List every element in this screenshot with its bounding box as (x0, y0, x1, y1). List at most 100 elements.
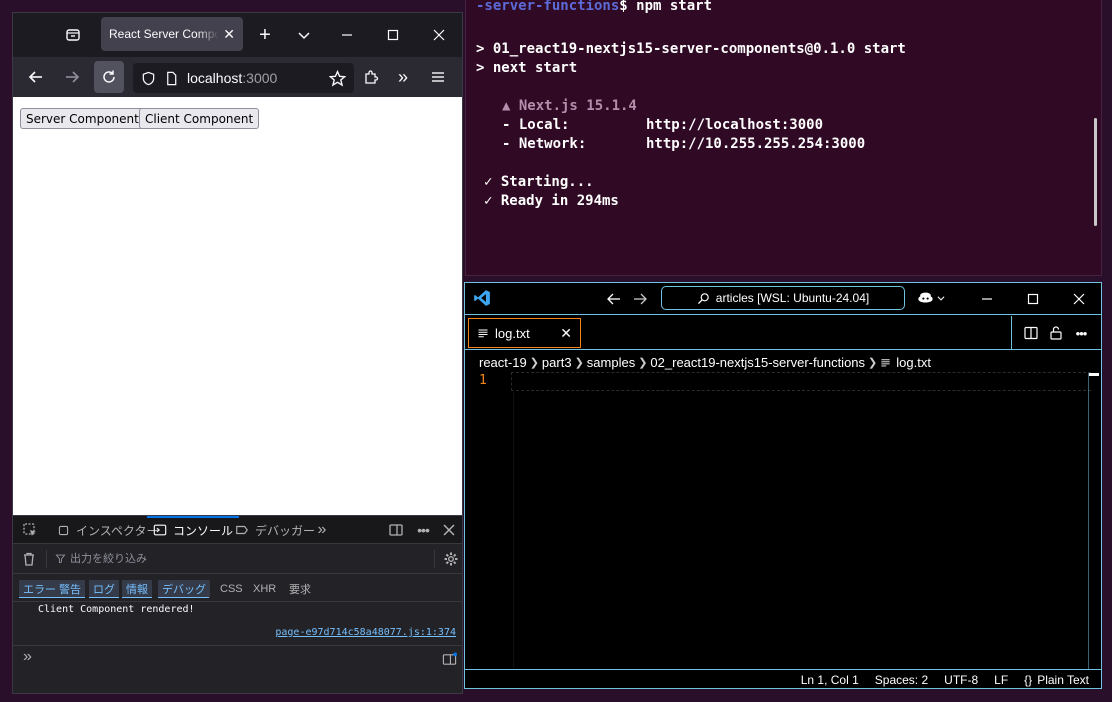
tab-bar: React Server Components ✕ + (13, 13, 462, 57)
close-window-icon[interactable] (425, 21, 453, 49)
divider (1011, 316, 1012, 350)
browser-tab[interactable]: React Server Components ✕ (101, 17, 243, 51)
breadcrumb-item[interactable]: samples (587, 355, 635, 370)
bookmark-star-icon[interactable] (329, 69, 346, 87)
new-tab-icon[interactable]: + (251, 21, 279, 49)
command-center-search[interactable]: articles [WSL: Ubuntu-24.04] (661, 286, 905, 310)
trash-icon[interactable] (15, 545, 43, 573)
hamburger-menu-icon[interactable] (424, 63, 452, 91)
prompt-chevron-icon: » (23, 648, 32, 665)
chevron-right-icon: ❯ (868, 356, 878, 369)
language-label: Plain Text (1037, 672, 1089, 687)
prompt-command: $ npm start (619, 0, 713, 14)
more-tools-chevron-icon[interactable]: » (308, 516, 336, 544)
devtools-tabs: インスペクター コンソール デバッガー » ••• (13, 516, 462, 544)
devtools-panel: インスペクター コンソール デバッガー » ••• 出力を絞り込み エラー 警告… (13, 515, 462, 693)
console-icon (153, 524, 167, 536)
language-mode[interactable]: {} Plain Text (1024, 673, 1089, 687)
encoding[interactable]: UTF-8 (944, 673, 978, 687)
ready-status: ✓ Ready in 294ms (484, 193, 619, 209)
level-info[interactable]: 情報 (122, 580, 152, 598)
divider (46, 550, 47, 568)
maximize-icon[interactable] (1019, 285, 1047, 313)
editor-tabs: log.txt ✕ ••• (465, 316, 1101, 350)
editor-line[interactable]: 1 (465, 372, 1101, 392)
filter-requests[interactable]: 要求 (285, 580, 315, 598)
inspector-icon (58, 525, 69, 535)
back-icon[interactable] (22, 63, 50, 91)
copilot-icon (918, 292, 933, 303)
breadcrumb-item[interactable]: 02_react19-nextjs15-server-functions (650, 355, 865, 370)
more-actions-icon[interactable]: ••• (1067, 319, 1095, 347)
status-bar: Ln 1, Col 1 Spaces: 2 UTF-8 LF {} Plain … (465, 669, 1101, 688)
close-tab-icon[interactable]: ✕ (560, 325, 572, 342)
cursor-position[interactable]: Ln 1, Col 1 (801, 673, 859, 687)
filter-xhr[interactable]: XHR (249, 580, 280, 598)
local-label: - Local: (502, 117, 570, 133)
editor-area[interactable] (513, 392, 514, 668)
client-component-button[interactable]: Client Component (139, 108, 260, 129)
tab-inspector-label: インスペクター (76, 523, 159, 538)
back-icon[interactable] (600, 285, 628, 313)
maximize-icon[interactable] (379, 21, 407, 49)
level-warning[interactable]: 警告 (55, 580, 85, 598)
lock-icon[interactable] (1042, 319, 1070, 347)
vscode-title-bar: articles [WSL: Ubuntu-24.04] (465, 283, 1101, 315)
network-url: http://10.255.255.254:3000 (646, 136, 866, 152)
element-picker-icon[interactable] (16, 516, 44, 544)
nav-bar: localhost:3000 » (13, 57, 462, 119)
divider (209, 580, 210, 598)
level-error[interactable]: エラー (19, 580, 60, 598)
tab-overview-icon[interactable] (59, 21, 87, 49)
chevron-down-icon[interactable] (290, 21, 318, 49)
level-log[interactable]: ログ (89, 580, 119, 598)
breadcrumb-item[interactable]: react-19 (479, 355, 527, 370)
console-input[interactable]: » (13, 646, 462, 693)
terminal-scrollbar[interactable] (1094, 118, 1097, 226)
dock-side-icon[interactable] (382, 516, 410, 544)
filter-css[interactable]: CSS (216, 580, 247, 598)
tab-console[interactable]: コンソール (146, 516, 240, 544)
vscode-logo-icon (473, 289, 491, 310)
terminal-window[interactable]: -server-functions$ npm start > 01_react1… (465, 0, 1102, 276)
url-bar[interactable]: localhost:3000 (133, 63, 354, 93)
breadcrumb-item[interactable]: log.txt (896, 355, 931, 370)
tab-inspector[interactable]: インスペクター (55, 516, 160, 544)
editor-mode-icon[interactable] (442, 652, 457, 670)
reload-icon[interactable] (94, 61, 124, 93)
indentation[interactable]: Spaces: 2 (875, 673, 928, 687)
more-options-icon[interactable]: ••• (409, 516, 437, 544)
server-component-button[interactable]: Server Component (20, 108, 145, 129)
shield-icon[interactable] (141, 71, 156, 86)
log-message: Client Component rendered! (38, 604, 195, 615)
page-content: Server Component Client Component (13, 97, 462, 515)
chevron-right-icon: ❯ (638, 356, 648, 369)
terminal-output-line: > next start (476, 60, 578, 76)
breadcrumb-item[interactable]: part3 (542, 355, 572, 370)
forward-icon[interactable] (626, 285, 654, 313)
page-icon[interactable] (164, 71, 179, 86)
split-editor-icon[interactable] (1017, 319, 1045, 347)
minimize-icon[interactable] (333, 21, 361, 49)
vscode-window: articles [WSL: Ubuntu-24.04] log.txt ✕ •… (464, 282, 1102, 689)
close-devtools-icon[interactable] (435, 516, 462, 544)
level-debug[interactable]: デバッグ (158, 580, 210, 598)
line-number: 1 (479, 373, 487, 388)
overflow-chevron-icon[interactable]: » (389, 63, 417, 91)
text-file-icon (478, 329, 488, 338)
console-settings-gear-icon[interactable] (437, 545, 462, 573)
forward-icon[interactable] (58, 63, 86, 91)
tab-debugger-label: デバッガー (255, 523, 316, 538)
tab-log-txt[interactable]: log.txt ✕ (468, 318, 581, 348)
url-host: localhost (187, 70, 243, 86)
extensions-icon[interactable] (357, 63, 385, 91)
filter-input[interactable]: 出力を絞り込み (55, 550, 147, 566)
end-of-line[interactable]: LF (994, 673, 1008, 687)
copilot-menu[interactable] (917, 289, 946, 306)
tab-debugger[interactable]: デバッガー (233, 516, 317, 544)
close-window-icon[interactable] (1065, 285, 1093, 313)
log-source-link[interactable]: page-e97d714c58a48077.js:1:374 (275, 627, 456, 638)
close-tab-icon[interactable]: ✕ (223, 26, 235, 43)
breadcrumb: react-19 ❯ part3 ❯ samples ❯ 02_react19-… (465, 351, 1101, 373)
minimize-icon[interactable] (973, 285, 1001, 313)
